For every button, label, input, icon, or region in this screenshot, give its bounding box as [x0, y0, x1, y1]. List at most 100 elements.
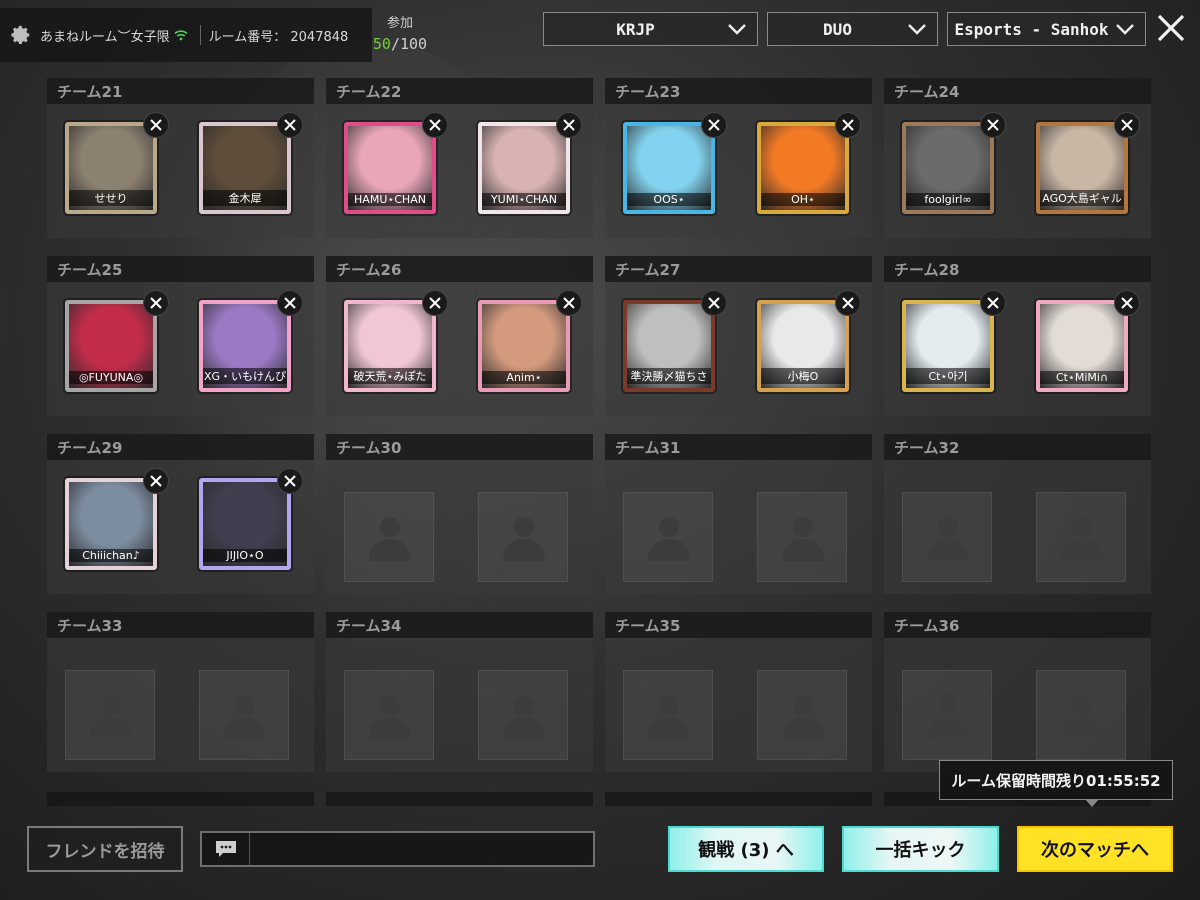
participants-current: 50	[372, 35, 391, 53]
remove-player-close-icon[interactable]	[556, 290, 582, 316]
player-name: Anim⋆	[482, 371, 566, 384]
player-slot[interactable]: AGO大島ギャル	[1036, 112, 1140, 214]
team-card: チーム24 foolgirl∞ AGO大島ギャル	[884, 78, 1151, 238]
empty-player-slot[interactable]	[1036, 492, 1126, 582]
empty-player-slot[interactable]	[344, 492, 434, 582]
empty-player-slot[interactable]	[199, 670, 289, 760]
team-label: チーム31	[605, 434, 872, 460]
player-slot[interactable]: ◎FUYUNA◎	[65, 290, 169, 392]
empty-player-slot[interactable]	[478, 670, 568, 760]
player-slot[interactable]: 破天荒⋆みぽた	[344, 290, 448, 392]
close-icon[interactable]	[1155, 12, 1187, 44]
team-card: チーム28 Ct⋆아기 Ct⋆MiMi∩	[884, 256, 1151, 416]
player-slot[interactable]: Anim⋆	[478, 290, 582, 392]
player-slot[interactable]: せせり	[65, 112, 169, 214]
player-name: Chiiichan♪	[69, 549, 153, 562]
player-slot[interactable]: Ct⋆MiMi∩	[1036, 290, 1140, 392]
team-card: チーム23 OOS⋆ OH⋆	[605, 78, 872, 238]
remove-player-close-icon[interactable]	[277, 112, 303, 138]
spectate-button[interactable]: 観戦 (3) へ	[668, 826, 824, 872]
team-label: チーム26	[326, 256, 593, 282]
player-slot[interactable]: Chiiichan♪	[65, 468, 169, 570]
team-card-peek	[47, 792, 314, 806]
player-slot[interactable]: HAMU⋆CHAN	[344, 112, 448, 214]
empty-player-slot[interactable]	[757, 492, 847, 582]
player-slot[interactable]: foolgirl∞	[902, 112, 1006, 214]
empty-slot-person-icon	[224, 695, 266, 739]
team-label: チーム23	[605, 78, 872, 104]
chat-bar	[200, 831, 595, 867]
remove-player-close-icon[interactable]	[422, 290, 448, 316]
map-dropdown[interactable]: Esports - Sanhok	[947, 12, 1146, 46]
team-card-peek	[326, 792, 593, 806]
player-slot[interactable]: 準決勝〆猫ちさ	[623, 290, 727, 392]
invite-friends-button[interactable]: フレンドを招待	[27, 826, 183, 872]
empty-player-slot[interactable]	[344, 670, 434, 760]
remove-player-close-icon[interactable]	[143, 112, 169, 138]
empty-player-slot[interactable]	[478, 492, 568, 582]
gear-icon[interactable]	[10, 24, 32, 46]
remove-player-close-icon[interactable]	[556, 112, 582, 138]
team-card: チーム30	[326, 434, 593, 594]
player-name: OH⋆	[761, 193, 845, 206]
remove-player-close-icon[interactable]	[277, 468, 303, 494]
empty-player-slot[interactable]	[623, 670, 713, 760]
chat-icon-button[interactable]	[202, 833, 250, 865]
team-label: チーム29	[47, 434, 314, 460]
remove-player-close-icon[interactable]	[835, 290, 861, 316]
kick-all-button[interactable]: 一括キック	[842, 826, 999, 872]
player-name: 小梅O	[761, 368, 845, 384]
chat-input[interactable]	[250, 833, 593, 865]
remove-player-close-icon[interactable]	[980, 290, 1006, 316]
player-slot[interactable]: Ct⋆아기	[902, 290, 1006, 392]
remove-player-close-icon[interactable]	[701, 112, 727, 138]
player-avatar: Anim⋆	[478, 300, 570, 392]
participants-max: /100	[390, 35, 428, 53]
remove-player-close-icon[interactable]	[422, 112, 448, 138]
player-avatar: OOS⋆	[623, 122, 715, 214]
player-slot[interactable]: XG・いもけんぴ	[199, 290, 303, 392]
player-slot[interactable]: 金木犀	[199, 112, 303, 214]
remove-player-close-icon[interactable]	[835, 112, 861, 138]
mode-dropdown[interactable]: DUO	[767, 12, 938, 46]
player-name: HAMU⋆CHAN	[348, 193, 432, 206]
player-slot[interactable]: 小梅O	[757, 290, 861, 392]
empty-player-slot[interactable]	[623, 492, 713, 582]
player-avatar: OH⋆	[757, 122, 849, 214]
remove-player-close-icon[interactable]	[143, 290, 169, 316]
remove-player-close-icon[interactable]	[143, 468, 169, 494]
empty-player-slot[interactable]	[902, 492, 992, 582]
player-avatar: Chiiichan♪	[65, 478, 157, 570]
team-card: チーム32	[884, 434, 1151, 594]
region-dropdown[interactable]: KRJP	[543, 12, 758, 46]
team-label: チーム21	[47, 78, 314, 104]
player-name: せせり	[69, 190, 153, 206]
player-slot[interactable]: OOS⋆	[623, 112, 727, 214]
remove-player-close-icon[interactable]	[980, 112, 1006, 138]
team-card: チーム29 Chiiichan♪ JIJIO⋆O	[47, 434, 314, 594]
remove-player-close-icon[interactable]	[277, 290, 303, 316]
team-label: チーム30	[326, 434, 593, 460]
empty-player-slot[interactable]	[902, 670, 992, 760]
empty-player-slot[interactable]	[65, 670, 155, 760]
player-avatar: Ct⋆MiMi∩	[1036, 300, 1128, 392]
next-match-button[interactable]: 次のマッチへ	[1017, 826, 1173, 872]
room-name: あまねルーム︶女子限	[40, 29, 170, 45]
player-slot[interactable]: JIJIO⋆O	[199, 468, 303, 570]
team-grid: チーム21 せせり 金木犀 チーム22 HAMU⋆CHAN YUMI⋆CHAN チーム23 O…	[47, 78, 1151, 772]
empty-player-slot[interactable]	[757, 670, 847, 760]
team-label: チーム33	[47, 612, 314, 638]
player-slot[interactable]: YUMI⋆CHAN	[478, 112, 582, 214]
team-label: チーム36	[884, 612, 1151, 638]
remove-player-close-icon[interactable]	[1114, 112, 1140, 138]
player-slot[interactable]: OH⋆	[757, 112, 861, 214]
remove-player-close-icon[interactable]	[1114, 290, 1140, 316]
player-name: Ct⋆아기	[906, 368, 990, 384]
empty-player-slot[interactable]	[1036, 670, 1126, 760]
player-name: 準決勝〆猫ちさ	[627, 368, 711, 384]
team-label: チーム27	[605, 256, 872, 282]
player-name: 金木犀	[203, 190, 287, 206]
player-avatar: 準決勝〆猫ちさ	[623, 300, 715, 392]
remove-player-close-icon[interactable]	[701, 290, 727, 316]
region-dropdown-value: KRJP	[616, 19, 655, 39]
